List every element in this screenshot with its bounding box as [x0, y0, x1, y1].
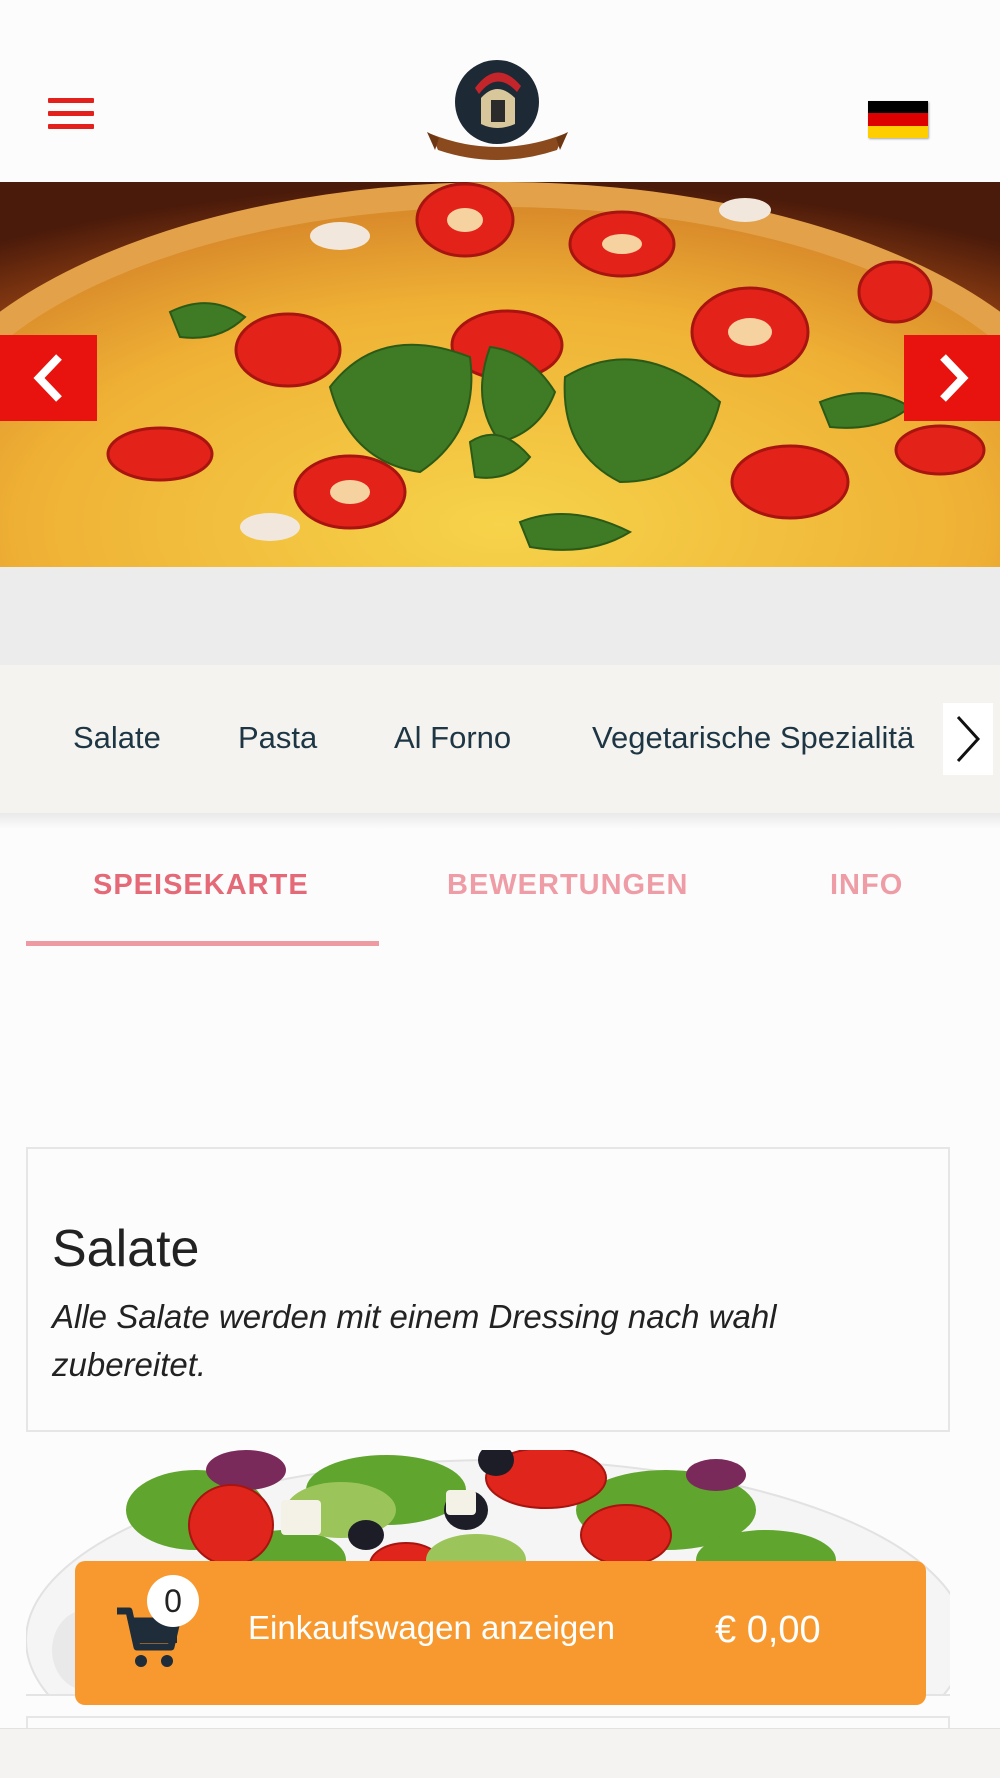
section-title: Salate	[52, 1220, 200, 1278]
category-header-card: Salate Alle Salate werden mit einem Dres…	[26, 1147, 950, 1432]
category-salate[interactable]: Salate	[73, 720, 161, 756]
hero-image-pizza	[0, 182, 1000, 567]
category-al-forno[interactable]: Al Forno	[394, 720, 511, 756]
slider-prev-button[interactable]	[0, 335, 97, 421]
category-scroll-right-button[interactable]	[943, 703, 993, 775]
category-pasta[interactable]: Pasta	[238, 720, 317, 756]
slider-next-button[interactable]	[904, 335, 1000, 421]
spacer-band	[0, 567, 1000, 665]
browser-bottom-bar	[0, 1728, 1000, 1778]
view-cart-button[interactable]: 0 Einkaufswagen anzeigen € 0,00	[75, 1561, 926, 1705]
tab-bar: SPEISEKARTE BEWERTUNGEN INFO	[0, 829, 1000, 949]
app-header	[0, 0, 1000, 182]
category-nav: Salate Pasta Al Forno Vegetarische Spezi…	[0, 665, 1000, 813]
hamburger-menu-icon[interactable]	[48, 98, 96, 132]
cart-total: € 0,00	[715, 1609, 821, 1651]
chevron-right-icon	[939, 354, 969, 402]
restaurant-logo[interactable]	[425, 58, 570, 166]
section-description: Alle Salate werden mit einem Dressing na…	[52, 1298, 777, 1383]
tab-info[interactable]: INFO	[830, 869, 903, 902]
cart-count-badge: 0	[147, 1575, 199, 1627]
tab-speisekarte[interactable]: SPEISEKARTE	[93, 869, 309, 902]
chevron-left-icon	[32, 354, 62, 402]
active-tab-indicator	[26, 941, 379, 946]
tab-bewertungen[interactable]: BEWERTUNGEN	[447, 869, 688, 902]
category-vegetarische-spezialitaeten[interactable]: Vegetarische Spezialitä	[592, 720, 914, 756]
cart-label: Einkaufswagen anzeigen	[248, 1609, 615, 1646]
divider	[0, 813, 1000, 829]
chevron-right-icon	[956, 715, 981, 763]
language-flag-icon[interactable]	[868, 101, 928, 138]
